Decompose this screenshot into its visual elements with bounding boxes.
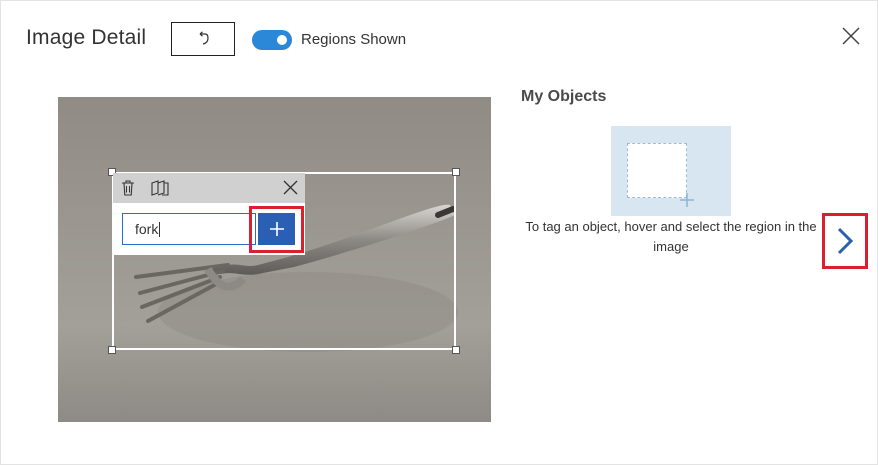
region-handle-bottom-right[interactable]: [452, 346, 460, 354]
copy-region-icon[interactable]: [151, 180, 169, 196]
undo-button[interactable]: [171, 22, 235, 56]
tag-input[interactable]: fork: [122, 213, 256, 245]
close-icon[interactable]: [841, 26, 861, 46]
region-handle-top-right[interactable]: [452, 168, 460, 176]
undo-icon: [199, 31, 209, 45]
regions-toggle-label: Regions Shown: [301, 31, 407, 48]
placeholder-region-outline: [627, 143, 687, 198]
region-handle-bottom-left[interactable]: [108, 346, 116, 354]
toggle-knob: [277, 35, 287, 45]
page-title: Image Detail: [26, 26, 147, 49]
text-caret: [159, 222, 161, 237]
highlight-add-tag: [249, 206, 304, 253]
close-tag-editor-icon[interactable]: [283, 180, 298, 195]
trash-icon[interactable]: [121, 180, 135, 196]
tag-toolbar: [113, 173, 305, 203]
next-image-button[interactable]: [822, 213, 868, 269]
chevron-right-icon: [837, 227, 854, 255]
tag-input-value: fork: [135, 221, 159, 237]
regions-toggle[interactable]: [252, 30, 292, 50]
my-objects-heading: My Objects: [521, 88, 607, 105]
objects-hint: To tag an object, hover and select the r…: [525, 219, 817, 254]
placeholder-plus-icon: [680, 193, 694, 207]
